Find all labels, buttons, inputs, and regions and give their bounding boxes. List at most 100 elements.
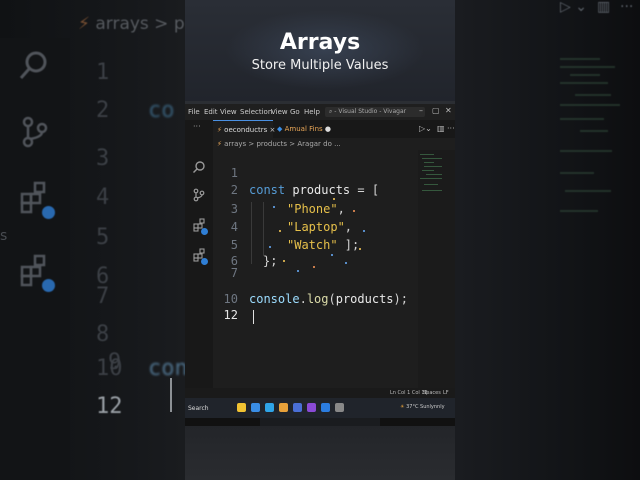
close-icon[interactable]: ✕: [445, 106, 452, 115]
os-taskbar: Search ☀ 37°C Sunlynnly: [185, 398, 455, 418]
blurred-code-fragment: co: [148, 98, 175, 123]
code-line-6: };: [263, 254, 278, 268]
tab-close-icon[interactable]: ×: [270, 126, 276, 134]
blurred-cursor: [170, 378, 172, 412]
minimize-icon[interactable]: –: [419, 106, 423, 115]
minimap-line: [424, 162, 434, 163]
maximize-icon[interactable]: ▢: [432, 106, 440, 115]
app-icon-2[interactable]: [335, 403, 344, 412]
code-line-3: "Phone",: [287, 202, 345, 216]
tab-label: Amual Fins: [284, 125, 323, 133]
tab-bar: ⚡ oeconductrs × ◆ Amual Fins ● ▷⌄ ▥ ···: [213, 120, 455, 138]
explorer-icon[interactable]: [279, 403, 288, 412]
blurred-search-icon: [19, 51, 47, 79]
blurred-more-icon: ···: [620, 0, 634, 15]
blurred-minimap-line: [560, 66, 615, 68]
line-number: 1: [230, 166, 238, 180]
activity-bar: ···: [185, 120, 213, 388]
app-icon[interactable]: [293, 403, 302, 412]
blurred-line-number: 3: [96, 146, 110, 171]
video-frame: ⚡ arrays > produ s 1 2 3 4 5 6 7 8 9 10 …: [0, 0, 640, 480]
search-icon[interactable]: [192, 160, 206, 174]
line-number-current: 12: [223, 308, 238, 322]
line-number: 7: [230, 266, 238, 280]
menu-go[interactable]: Go: [290, 108, 300, 116]
tab-label: oeconductrs: [224, 126, 268, 134]
minimap-line: [422, 170, 434, 171]
notification-badge-2: [201, 258, 208, 265]
particle: [331, 254, 333, 256]
widgets-icon[interactable]: [237, 403, 246, 412]
breadcrumb: ⚡ arrays > products > Aragar do ...: [213, 138, 455, 150]
minimap-line: [422, 158, 442, 159]
blurred-line-number: 1: [96, 60, 110, 85]
center-scene: Arrays Store Multiple Values File Edit V…: [185, 0, 455, 480]
indentation-setting[interactable]: Spaces: [423, 388, 441, 398]
particle: [333, 198, 335, 200]
line-ending[interactable]: LF: [443, 388, 449, 398]
status-bar: Ln Col 1 Col 16 Spaces LF: [185, 388, 455, 398]
particle: [345, 262, 347, 264]
code-line-4: "Laptop",: [287, 220, 353, 234]
tab-oeconductrs[interactable]: ⚡ oeconductrs ×: [213, 120, 276, 138]
blurred-line-number: 2: [96, 98, 110, 123]
vscode-taskbar-icon[interactable]: [321, 403, 330, 412]
indent-guide: [251, 202, 252, 264]
edge-icon[interactable]: [265, 403, 274, 412]
particle: [359, 248, 361, 250]
notification-badge: [201, 228, 208, 235]
monitor: File Edit View Selection View Go Help ⌕ …: [185, 101, 455, 429]
line-number: 5: [230, 238, 238, 252]
code-line-5: "Watch" ];: [287, 238, 360, 252]
run-icon[interactable]: ▷⌄: [419, 124, 432, 133]
blurred-side-letter: s: [0, 228, 8, 244]
window-title-text: - Visual Studio - Vivagar: [334, 108, 407, 115]
menu-view-2[interactable]: View: [271, 108, 288, 116]
menu-selection[interactable]: Selection: [240, 108, 272, 116]
code-line-10: console.log(products);: [249, 292, 408, 306]
line-number: 10: [223, 292, 238, 306]
menu-edit[interactable]: Edit: [204, 108, 218, 116]
vscode-file-icon: ◆: [277, 125, 283, 133]
blurred-editor-backdrop-right: [455, 0, 640, 480]
start-icon[interactable]: [251, 403, 260, 412]
blurred-minimap-line: [570, 74, 600, 76]
tab-unsaved-dot-icon[interactable]: ●: [325, 125, 331, 133]
blurred-minimap-line: [560, 104, 620, 106]
menu-help[interactable]: Help: [304, 108, 320, 116]
taskbar-search[interactable]: Search: [188, 405, 209, 412]
blurred-badge-2: [42, 279, 55, 292]
minimap[interactable]: [418, 150, 455, 388]
tab-amual-fins[interactable]: ◆ Amual Fins ●: [277, 120, 337, 138]
blurred-minimap-line: [560, 58, 600, 60]
photoshop-icon[interactable]: [307, 403, 316, 412]
page-title: Arrays: [279, 30, 361, 55]
js-file-icon: ⚡: [217, 140, 222, 148]
command-search-box[interactable]: ⌕ - Visual Studio - Vivagar: [325, 107, 425, 117]
indent-guide: [263, 202, 264, 256]
menu-view[interactable]: View: [220, 108, 237, 116]
minimap-line: [420, 178, 442, 179]
page-subtitle: Store Multiple Values: [251, 58, 389, 73]
source-control-icon[interactable]: [192, 188, 206, 202]
particle: [283, 260, 285, 262]
breadcrumb-path[interactable]: arrays > products > Aragar do ...: [224, 140, 341, 148]
js-file-icon: ⚡: [217, 126, 222, 134]
particle: [297, 270, 299, 272]
more-icon[interactable]: ···: [193, 122, 201, 131]
window-titlebar: File Edit View Selection View Go Help ⌕ …: [185, 104, 455, 120]
line-number: 3: [230, 202, 238, 216]
more-actions-icon[interactable]: ···: [447, 124, 455, 133]
weather-widget[interactable]: ☀ 37°C Sunlynnly: [400, 404, 445, 410]
blurred-line-number: 7: [96, 284, 110, 309]
particle: [273, 206, 275, 208]
desk-surface: [185, 426, 455, 480]
blurred-editor-backdrop-left: ⚡ arrays > produ s 1 2 3 4 5 6 7 8 9 10 …: [0, 0, 223, 480]
blurred-line-number: 5: [96, 225, 110, 250]
blurred-line-number: 4: [96, 185, 110, 210]
code-editor[interactable]: 1 2 3 4 5 6 7 10 12 const products = [ "…: [213, 150, 418, 388]
split-editor-icon[interactable]: ▥: [437, 124, 445, 133]
menu-file[interactable]: File: [188, 108, 200, 116]
blurred-minimap-line: [575, 94, 611, 96]
minimap-line: [420, 154, 434, 155]
